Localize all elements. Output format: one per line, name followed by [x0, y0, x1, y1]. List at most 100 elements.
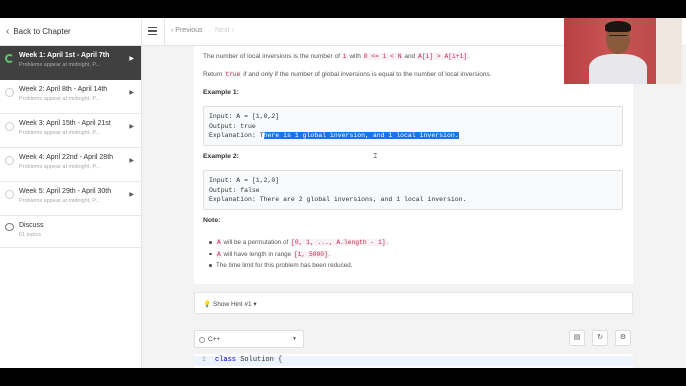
example-2-explanation: Explanation: There are 2 global inversio…: [209, 196, 467, 203]
back-to-chapter-link[interactable]: ‹ Back to Chapter: [0, 18, 141, 46]
language-icon: [199, 336, 205, 343]
code-token: Solution {: [240, 356, 283, 364]
sidebar-item-week-1[interactable]: Week 1: April 1st - April 7th Problems a…: [0, 46, 141, 80]
refresh-icon: ↻: [597, 334, 603, 341]
inline-code: 0 <= i < N: [362, 53, 403, 60]
text-segment: and: [404, 53, 416, 60]
inline-code: i: [341, 53, 348, 60]
progress-circle-icon: [5, 122, 14, 131]
example-1-block: Input: A = [1,0,2] Output: true Explanat…: [203, 106, 623, 146]
inline-code: A[i] > A[i+1]: [417, 53, 469, 60]
inline-code: A: [216, 250, 222, 258]
week-subtitle: Problems appear at midnight, P...: [19, 62, 100, 68]
chevron-left-icon: ‹: [6, 26, 10, 37]
list-item: The time limit for this problem has been…: [208, 260, 388, 272]
progress-circle-icon: [5, 190, 14, 199]
example-2-output: Output: false: [209, 186, 260, 194]
triangle-right-icon: ▶: [129, 124, 134, 130]
app-window: ‹ Back to Chapter Week 1: April 1st - Ap…: [0, 18, 686, 368]
inline-code: true: [224, 71, 242, 78]
document-icon: ▤: [573, 334, 581, 341]
text-segment: .: [468, 53, 470, 60]
reset-button[interactable]: ↻: [592, 330, 608, 346]
sidebar-item-week-2[interactable]: Week 2: April 8th - April 14th Problems …: [0, 80, 141, 114]
sidebar: ‹ Back to Chapter Week 1: April 1st - Ap…: [0, 18, 142, 368]
hamburger-menu-icon[interactable]: [148, 27, 157, 35]
week-title: Week 1: April 1st - April 7th: [19, 52, 110, 59]
back-label: Back to Chapter: [13, 27, 71, 36]
text-segment: Return: [203, 71, 223, 78]
triangle-right-icon: ▶: [129, 158, 134, 164]
return-statement: Return true if and only if the number of…: [203, 71, 492, 78]
list-item: A will be a permutation of [0, 1, ..., A…: [208, 237, 389, 249]
text-segment: will have length in range: [223, 250, 292, 258]
chevron-right-icon: ›: [229, 27, 234, 34]
inline-code: A: [216, 239, 222, 246]
code-line: class Solution {: [215, 356, 282, 364]
text-segment: will be a permutation of: [223, 239, 289, 246]
caret-down-icon: ▾: [253, 301, 257, 308]
language-select[interactable]: C++ ▼: [194, 330, 304, 348]
lightbulb-icon: 💡: [203, 301, 212, 308]
keyword-token: class: [215, 356, 237, 364]
text-segment: The number of local inversions is the nu…: [203, 53, 340, 60]
presenter-glasses: [609, 35, 627, 39]
example-2-block: Input: A = [1,2,0] Output: false Explana…: [203, 170, 623, 210]
example-1-heading: Example 1:: [203, 89, 239, 96]
previous-label: Previous: [175, 27, 203, 34]
week-subtitle: Problems appear at midnight, P...: [19, 164, 100, 170]
next-label: Next: [215, 27, 230, 34]
list-item: A will have length in range [1, 5000].: [208, 249, 388, 261]
presenter-shirt: [589, 54, 647, 84]
gear-icon: ⚙: [619, 334, 627, 341]
language-label: C++: [208, 336, 221, 343]
hint-label: Show Hint #1: [212, 301, 252, 308]
previous-button[interactable]: ‹ Previous: [171, 27, 203, 34]
webcam-door: [656, 18, 682, 84]
week-subtitle: Problems appear at midnight, P...: [19, 198, 100, 204]
selected-text: here is 1 global inversion, and 1 local …: [263, 132, 459, 139]
week-title: Week 3: April 15th - April 21st: [19, 120, 111, 127]
show-hint-button[interactable]: 💡 Show Hint #1 ▾: [194, 292, 633, 314]
example-1-input: Input: A = [1,0,2]: [209, 113, 280, 120]
line-number: 1: [202, 356, 206, 363]
example-2-heading: Example 2:: [203, 153, 239, 160]
triangle-right-icon: ▶: [129, 192, 134, 198]
code-editor[interactable]: 1 class Solution {: [194, 354, 633, 368]
text-segment: .: [386, 239, 389, 246]
presenter-hair: [605, 21, 631, 32]
text-segment: Explanation: T: [209, 132, 264, 139]
text-segment: .: [328, 250, 331, 258]
example-2-input: Input: A = [1,2,0]: [209, 177, 280, 184]
discuss-subtitle: 61 topics: [19, 232, 42, 238]
settings-button[interactable]: ⚙: [615, 330, 631, 346]
triangle-right-icon: ▶: [129, 90, 134, 96]
progress-circle-icon: [5, 156, 14, 165]
week-title: Week 4: April 22nd - April 28th: [19, 154, 114, 161]
chat-bubble-icon: [5, 223, 14, 231]
next-button[interactable]: Next ›: [215, 27, 234, 34]
example-1-explanation: Explanation: There is 1 global inversion…: [209, 132, 459, 139]
hint-content: 💡 Show Hint #1 ▾: [203, 300, 257, 308]
week-title: Week 2: April 8th - April 14th: [19, 86, 108, 93]
text-segment: with: [349, 53, 361, 60]
inline-code: [1, 5000]: [292, 250, 329, 258]
note-heading: Note:: [203, 217, 221, 224]
triangle-right-icon: ▶: [129, 56, 134, 62]
example-1-output: Output: true: [209, 122, 256, 130]
sidebar-item-week-5[interactable]: Week 5: April 29th - April 30th Problems…: [0, 182, 141, 216]
week-title: Week 5: April 29th - April 30th: [19, 188, 112, 195]
discuss-title: Discuss: [19, 222, 44, 229]
week-subtitle: Problems appear at midnight, P...: [19, 130, 100, 136]
sidebar-item-discuss[interactable]: Discuss 61 topics: [0, 216, 141, 248]
sidebar-item-week-3[interactable]: Week 3: April 15th - April 21st Problems…: [0, 114, 141, 148]
webcam-overlay: [564, 18, 682, 84]
divider: [164, 18, 165, 46]
week-subtitle: Problems appear at midnight, P...: [19, 96, 100, 102]
note-list: A will be a permutation of [0, 1, ..., A…: [208, 237, 389, 272]
sidebar-item-week-4[interactable]: Week 4: April 22nd - April 28th Problems…: [0, 148, 141, 182]
text-cursor-icon: ⌶: [373, 153, 378, 160]
local-inversion-definition: The number of local inversions is the nu…: [203, 53, 470, 60]
notes-button[interactable]: ▤: [569, 330, 585, 346]
progress-circle-icon: [5, 54, 14, 63]
